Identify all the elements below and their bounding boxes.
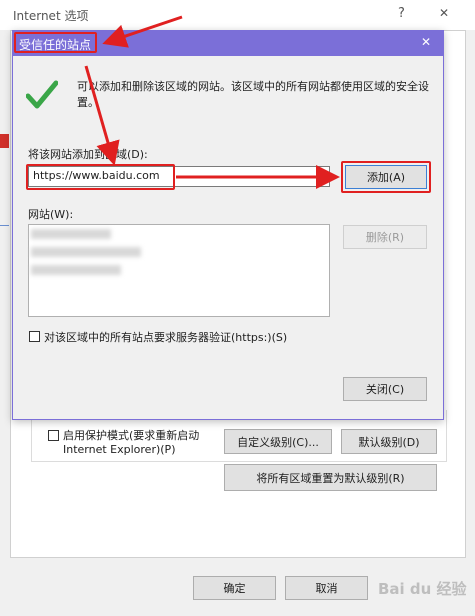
arrow-to-title <box>102 15 183 48</box>
annotation-arrows <box>84 15 340 189</box>
arrow-to-url <box>84 65 120 166</box>
